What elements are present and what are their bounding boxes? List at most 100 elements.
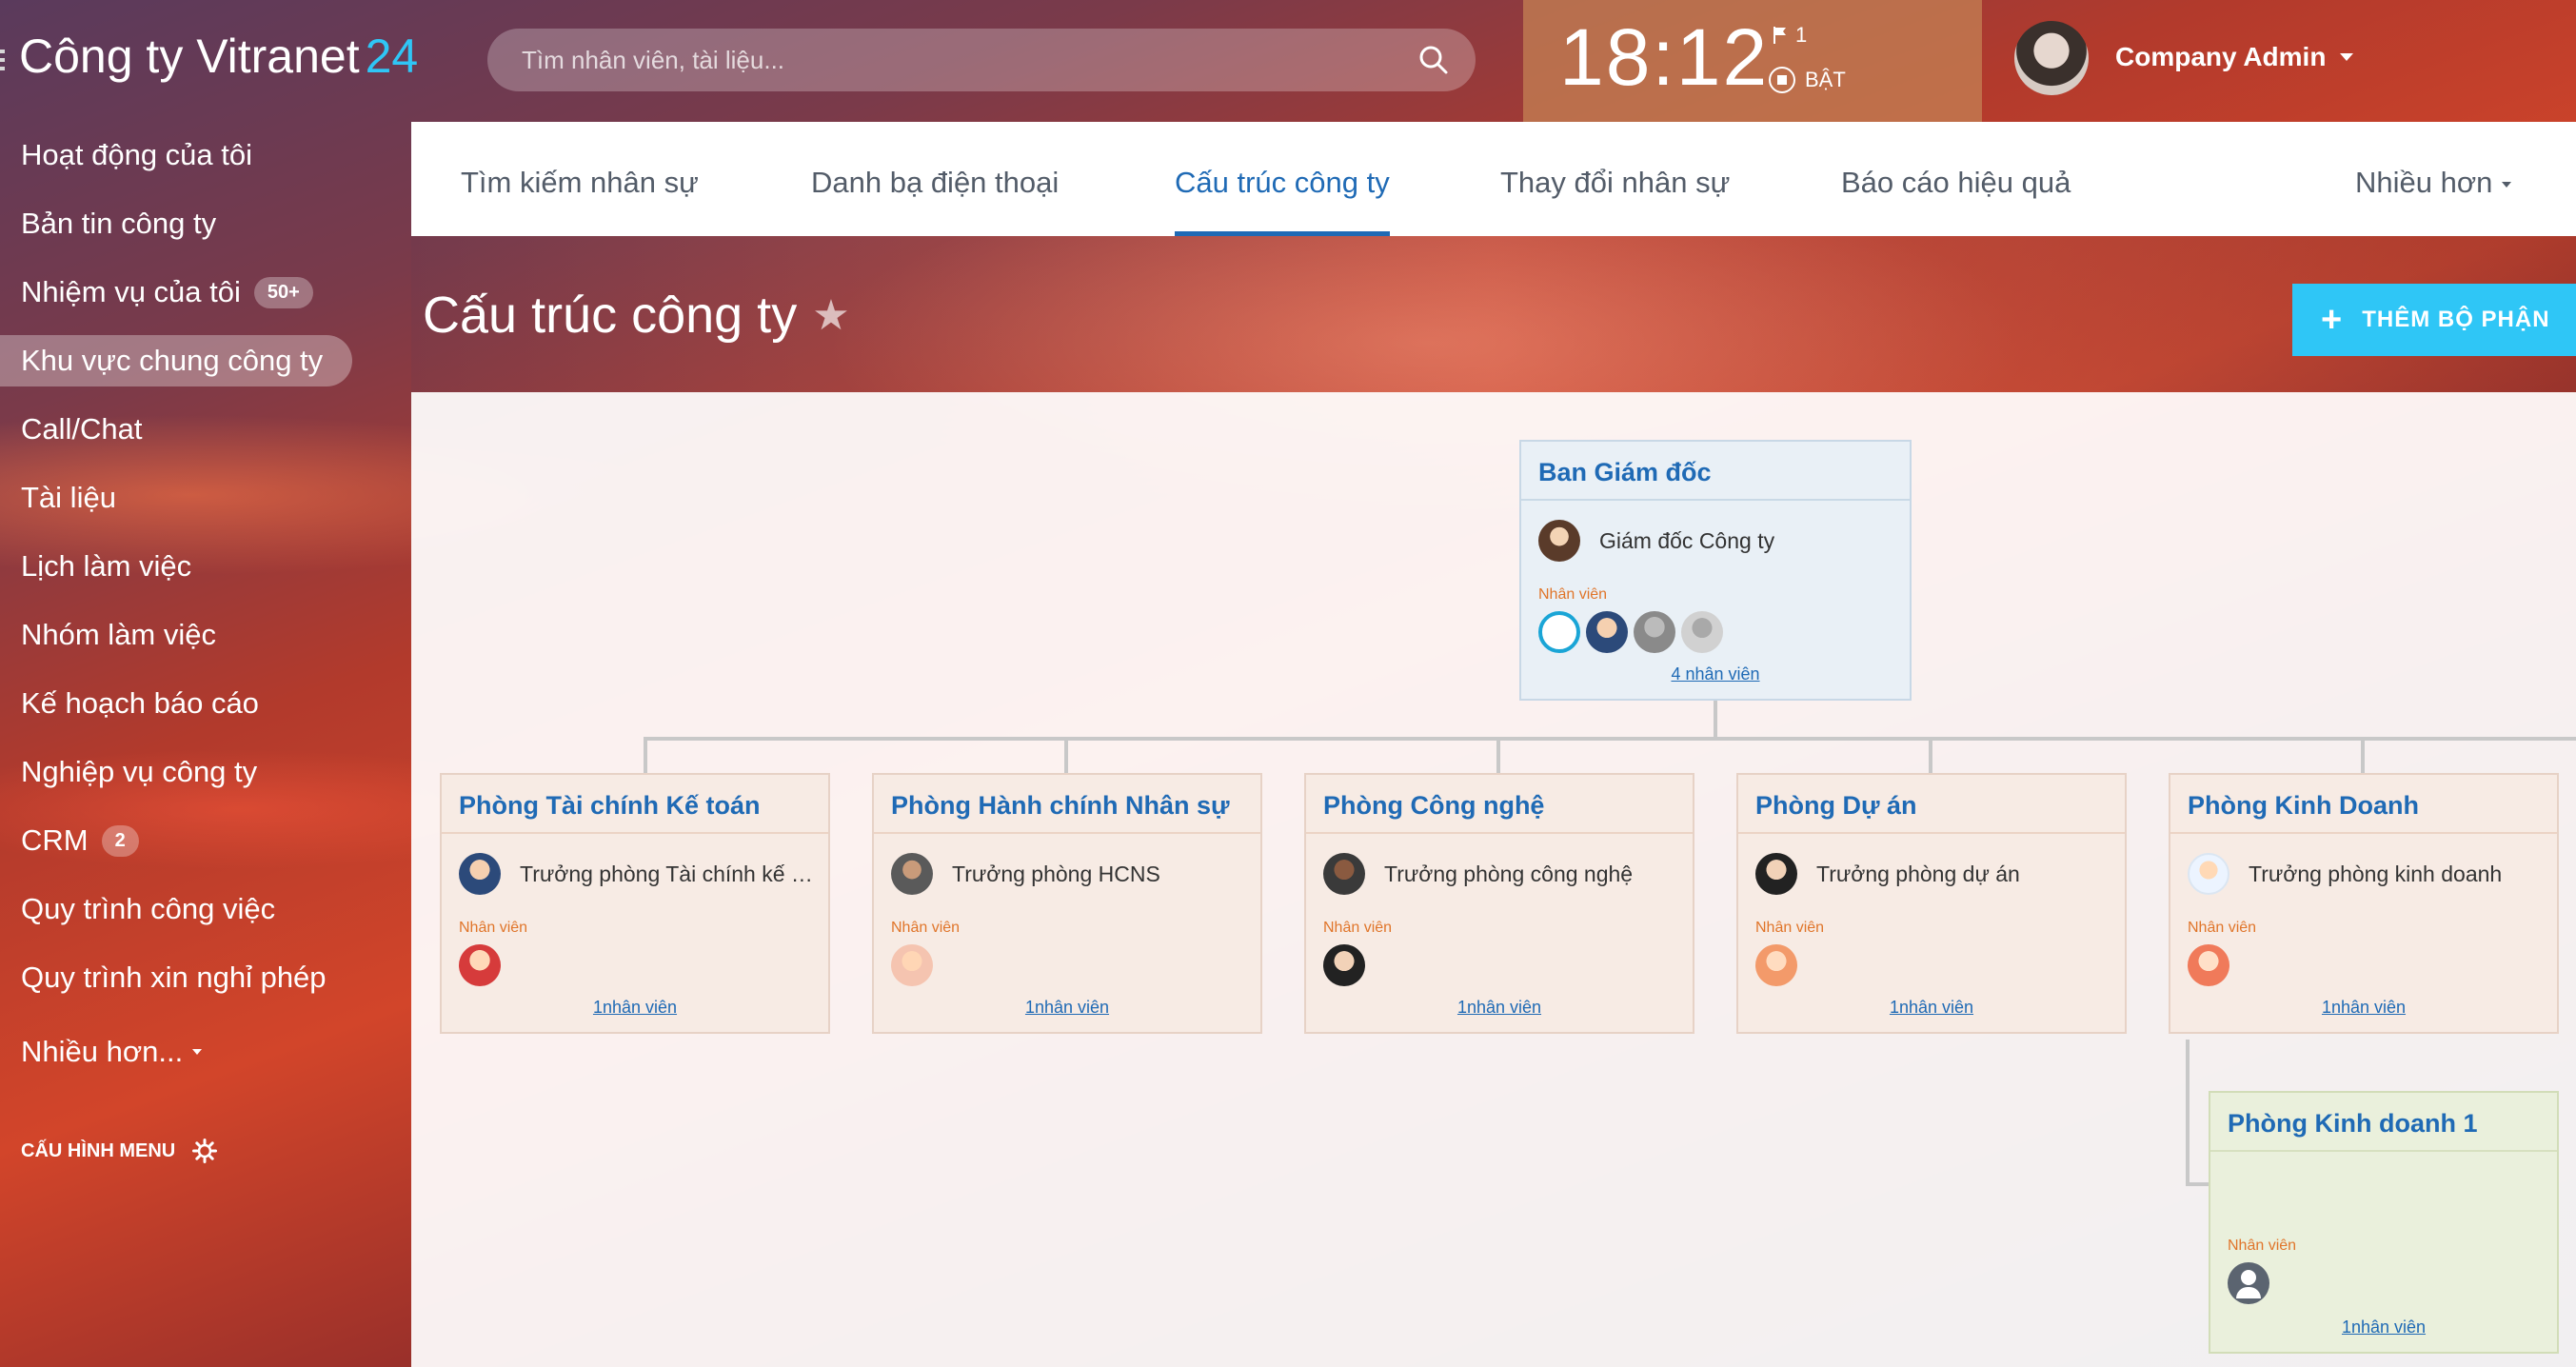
sidebar-item-label: Nhiệm vụ của tôi — [21, 275, 241, 308]
dept-name[interactable]: Phòng Tài chính Kế toán — [442, 775, 828, 834]
star-icon[interactable]: ★ — [812, 291, 849, 340]
staff-count-link[interactable]: 1nhân viên — [1306, 998, 1693, 1018]
dept-name[interactable]: Phòng Công nghệ — [1306, 775, 1693, 834]
dept-head[interactable]: Trưởng phòng kinh doanh — [2188, 853, 2502, 895]
dept-card-sub[interactable]: Phòng Kinh doanh 1 Nhân viên 1nhân viên — [2209, 1091, 2559, 1354]
tab-company-structure[interactable]: Cấu trúc công ty — [1175, 122, 1390, 236]
tab-efficiency-report[interactable]: Báo cáo hiệu quả — [1841, 122, 2071, 236]
clock-panel[interactable]: 18:12 1 BẬT — [1523, 0, 1982, 122]
sidebar-item-more[interactable]: Nhiều hơn... — [0, 1026, 203, 1078]
tab-more[interactable]: Nhiều hơn — [2355, 122, 2512, 236]
avatar[interactable] — [891, 944, 933, 986]
dept-card[interactable]: Phòng Kinh Doanh Trưởng phòng kinh doanh… — [2169, 773, 2559, 1034]
user-name[interactable]: Company Admin — [2115, 42, 2326, 72]
avatar[interactable] — [1755, 944, 1797, 986]
add-department-button[interactable]: + THÊM BỘ PHẬN — [2292, 284, 2576, 356]
top-tabs: Tìm kiếm nhân sự Danh bạ điện thoại Cấu … — [411, 122, 2576, 236]
tab-phone-book[interactable]: Danh bạ điện thoại — [811, 122, 1059, 236]
chevron-down-icon[interactable] — [2340, 53, 2353, 61]
logo-number: 24 — [365, 30, 419, 83]
clock-time: 18:12 — [1559, 12, 1770, 102]
title-band: Cấu trúc công ty ★ + THÊM BỘ PHẬN — [411, 236, 2576, 392]
status-label: BẬT — [1805, 68, 1846, 91]
dept-card[interactable]: Phòng Dự án Trưởng phòng dự án Nhân viên… — [1736, 773, 2127, 1034]
staff-label: Nhân viên — [459, 920, 528, 936]
dept-head[interactable]: Giám đốc Công ty — [1538, 520, 1774, 562]
sidebar-item-company-news[interactable]: Bản tin công ty — [0, 198, 216, 249]
company-logo[interactable]: Công ty Vitranet 24 — [19, 29, 418, 84]
configure-menu-button[interactable]: CẤU HÌNH MENU — [21, 1139, 218, 1163]
logo-text: Công ty Vitranet — [19, 30, 360, 83]
gear-icon — [192, 1139, 218, 1163]
plus-icon: + — [2321, 300, 2344, 340]
sidebar-item-my-activity[interactable]: Hoạt động của tôi — [0, 129, 252, 181]
avatar[interactable] — [1323, 853, 1365, 895]
avatar[interactable] — [459, 853, 501, 895]
avatar[interactable] — [2188, 853, 2229, 895]
sidebar-item-company-area[interactable]: Khu vực chung công ty — [0, 335, 352, 386]
staff-avatars — [459, 944, 501, 986]
avatar[interactable] — [1634, 611, 1675, 653]
stop-icon — [1769, 67, 1795, 93]
menu-handle[interactable] — [0, 50, 5, 74]
dept-head[interactable]: Trưởng phòng Tài chính kế toán — [459, 853, 815, 895]
search-icon[interactable] — [1418, 45, 1449, 75]
dept-head[interactable]: Trưởng phòng công nghệ — [1323, 853, 1633, 895]
tab-staff-changes[interactable]: Thay đổi nhân sự — [1500, 122, 1730, 236]
dept-name[interactable]: Phòng Dự án — [1738, 775, 2125, 834]
sidebar-item-label: Kế hoạch báo cáo — [21, 686, 259, 720]
avatar[interactable] — [1538, 611, 1580, 653]
user-avatar[interactable] — [2014, 21, 2089, 95]
staff-count-link[interactable]: 1nhân viên — [1738, 998, 2125, 1018]
avatar[interactable] — [1755, 853, 1797, 895]
dept-name[interactable]: Ban Giám đốc — [1521, 442, 1910, 501]
top-header: Công ty Vitranet24 18:12 1 BẬT Company A… — [0, 0, 2576, 122]
connector-line — [2186, 1040, 2190, 1186]
sidebar-item-report-plan[interactable]: Kế hoạch báo cáo — [0, 678, 259, 729]
sidebar-item-call-chat[interactable]: Call/Chat — [0, 404, 143, 455]
staff-count-link[interactable]: 1nhân viên — [442, 998, 828, 1018]
sidebar-item-crm[interactable]: CRM 2 — [0, 815, 139, 866]
avatar[interactable] — [1323, 944, 1365, 986]
dept-head[interactable]: Trưởng phòng dự án — [1755, 853, 2020, 895]
sidebar-item-label: CRM — [21, 823, 89, 857]
sidebar-item-workflows[interactable]: Quy trình công việc — [0, 883, 275, 935]
sidebar-item-documents[interactable]: Tài liệu — [0, 472, 116, 524]
dept-name[interactable]: Phòng Hành chính Nhân sự — [874, 775, 1260, 834]
staff-label: Nhân viên — [2228, 1238, 2297, 1254]
connector-line — [1064, 737, 1068, 773]
dept-card-director[interactable]: Ban Giám đốc Giám đốc Công ty Nhân viên … — [1519, 440, 1912, 701]
search-input[interactable] — [522, 29, 1397, 91]
main-panel: Tìm kiếm nhân sự Danh bạ điện thoại Cấu … — [411, 122, 2576, 1367]
sidebar-item-calendar[interactable]: Lịch làm việc — [0, 541, 191, 592]
avatar[interactable] — [2228, 1262, 2269, 1304]
avatar[interactable] — [459, 944, 501, 986]
sidebar-item-label: Tài liệu — [21, 481, 116, 514]
staff-count-link[interactable]: 1nhân viên — [874, 998, 1260, 1018]
sidebar-item-label: Hoạt động của tôi — [21, 138, 253, 171]
avatar[interactable] — [2188, 944, 2229, 986]
staff-count-link[interactable]: 1nhân viên — [2170, 998, 2557, 1018]
dept-name[interactable]: Phòng Kinh Doanh — [2170, 775, 2557, 834]
avatar[interactable] — [1681, 611, 1723, 653]
avatar[interactable] — [1538, 520, 1580, 562]
sidebar-item-business[interactable]: Nghiệp vụ công ty — [0, 746, 257, 798]
sidebar-item-workgroups[interactable]: Nhóm làm việc — [0, 609, 216, 661]
dept-head-name: Trưởng phòng Tài chính kế toán — [520, 861, 815, 886]
work-status[interactable]: BẬT — [1769, 67, 1846, 93]
flag-counter[interactable]: 1 — [1773, 23, 1807, 48]
staff-count-link[interactable]: 4 nhân viên — [1521, 664, 1910, 684]
staff-count-link[interactable]: 1nhân viên — [2210, 1317, 2557, 1337]
sidebar: Hoạt động của tôi Bản tin công ty Nhiệm … — [0, 122, 411, 1367]
dept-name[interactable]: Phòng Kinh doanh 1 — [2210, 1093, 2557, 1152]
sidebar-item-leave-process[interactable]: Quy trình xin nghỉ phép — [0, 952, 327, 1003]
avatar[interactable] — [1586, 611, 1628, 653]
tab-employee-search[interactable]: Tìm kiếm nhân sự — [461, 122, 699, 236]
dept-head[interactable]: Trưởng phòng HCNS — [891, 853, 1160, 895]
avatar[interactable] — [891, 853, 933, 895]
dept-card[interactable]: Phòng Tài chính Kế toán Trưởng phòng Tài… — [440, 773, 830, 1034]
sidebar-item-my-tasks[interactable]: Nhiệm vụ của tôi 50+ — [0, 267, 313, 318]
dept-card[interactable]: Phòng Công nghệ Trưởng phòng công nghệ N… — [1304, 773, 1694, 1034]
sidebar-item-label: Quy trình xin nghỉ phép — [21, 961, 327, 994]
dept-card[interactable]: Phòng Hành chính Nhân sự Trưởng phòng HC… — [872, 773, 1262, 1034]
